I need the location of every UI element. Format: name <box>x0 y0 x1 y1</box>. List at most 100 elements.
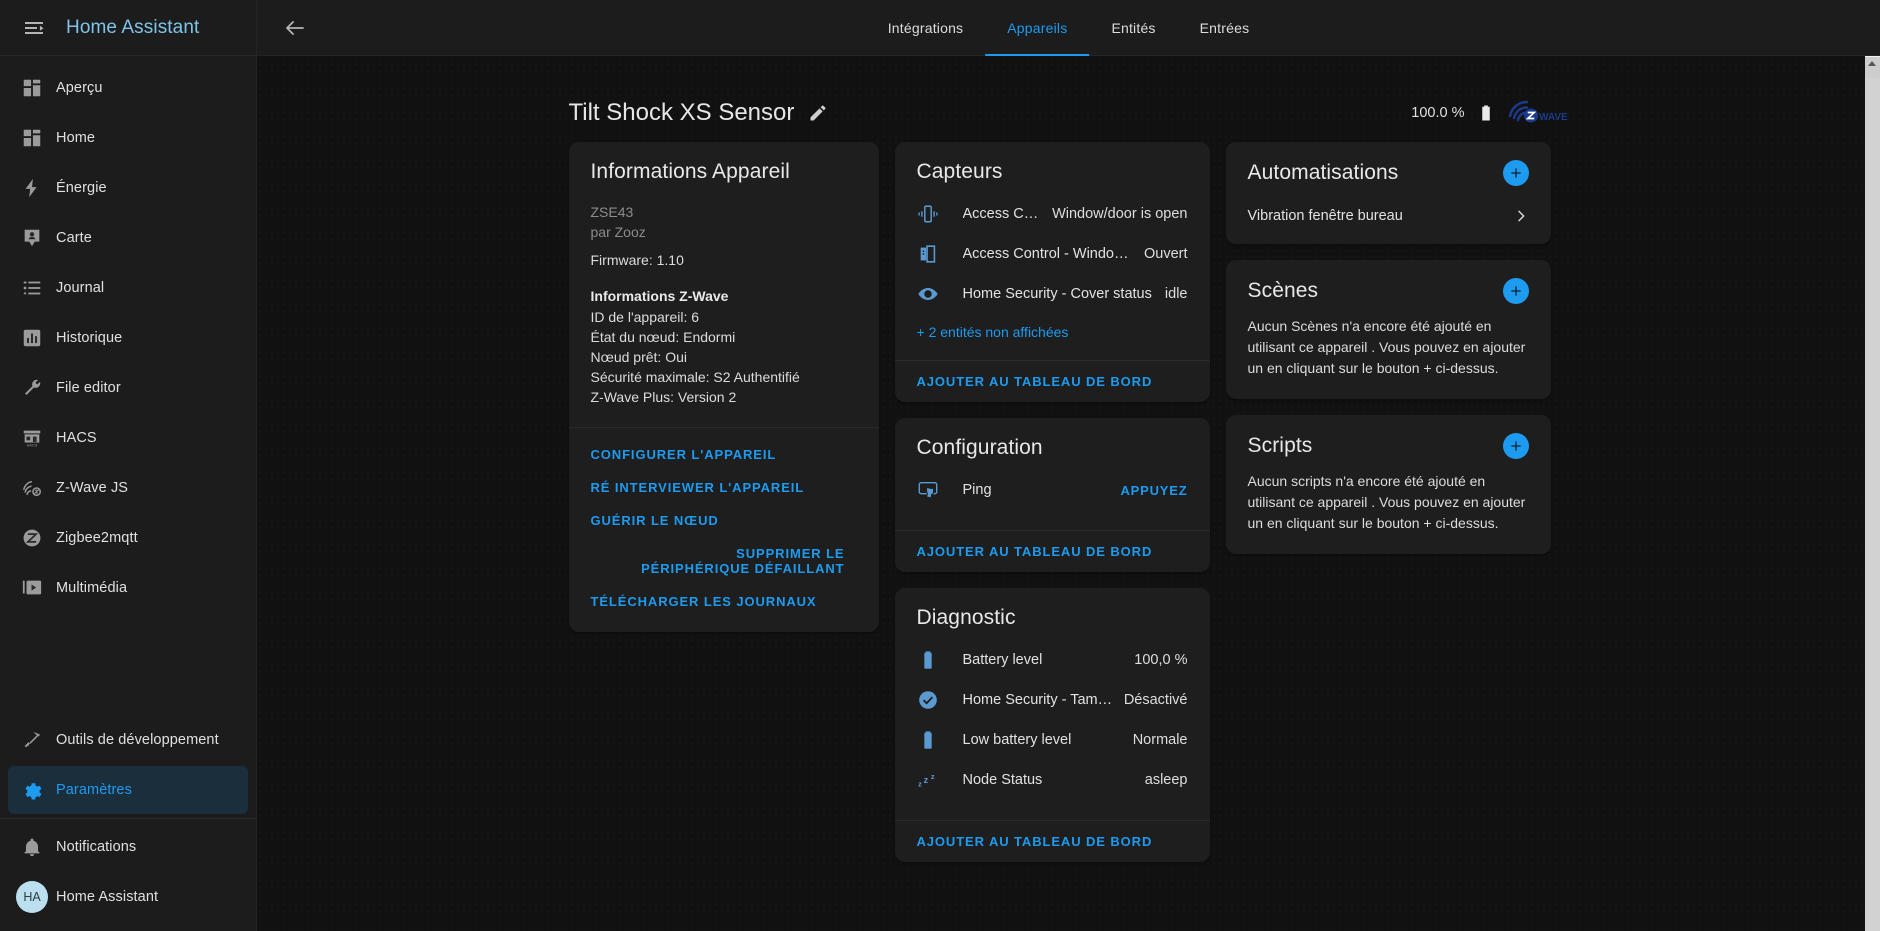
re-interview-device-button[interactable]: Ré interviewer l'appareil <box>569 471 879 504</box>
sensors-card-footer: Ajouter au tableau de bord <box>894 360 1210 402</box>
zwave-info-line: Nœud prêt: Oui <box>590 349 687 365</box>
configuration-card: Configuration Ping Appuyez <box>894 418 1210 572</box>
sensor-row[interactable]: Home Security - Cover status idle <box>917 274 1188 314</box>
configure-device-button[interactable]: Configurer l'appareil <box>569 438 879 471</box>
scrollbar-thumb[interactable] <box>1865 56 1880 78</box>
battery-full-icon <box>1477 101 1495 125</box>
avatar-initials: HA <box>16 881 48 913</box>
ping-press-button[interactable]: Appuyez <box>1120 483 1187 498</box>
scripts-body: Scripts Aucun scripts n'a encore été ajo… <box>1226 415 1551 554</box>
tab-entrees[interactable]: Entrées <box>1178 0 1272 56</box>
scenes-card: Scènes Aucun Scènes n'a encore été ajout… <box>1225 260 1551 399</box>
battery-icon <box>917 649 963 671</box>
sidebar-item-apercu[interactable]: Aperçu <box>8 64 248 112</box>
tab-appareils[interactable]: Appareils <box>985 0 1090 56</box>
add-to-dashboard-button[interactable]: Ajouter au tableau de bord <box>917 374 1188 389</box>
download-logs-button[interactable]: Télécharger les journaux <box>569 585 879 618</box>
pencil-icon[interactable] <box>808 103 828 123</box>
heal-node-button[interactable]: Guérir le nœud <box>569 504 879 537</box>
sensors-card: Capteurs Access Contr… Window/door is op… <box>894 142 1210 402</box>
menu-collapse-icon[interactable] <box>12 6 56 50</box>
sidebar-item-notifications[interactable]: Notifications <box>8 823 248 871</box>
sensor-row[interactable]: Access Contr… Window/door is open <box>917 194 1188 234</box>
add-to-dashboard-button[interactable]: Ajouter au tableau de bord <box>917 834 1188 849</box>
tab-integrations[interactable]: Intégrations <box>866 0 986 56</box>
diagnostic-row[interactable]: Battery level 100,0 % <box>917 640 1188 680</box>
sensors-title: Capteurs <box>916 160 1003 183</box>
sidebar-item-historique[interactable]: Historique <box>8 314 248 362</box>
sidebar-item-z-wave-js[interactable]: Z-Wave JS <box>8 464 248 512</box>
device-info-card: Informations Appareil ZSE43 par Zooz Fir… <box>568 142 879 632</box>
sidebar-item-user[interactable]: HA Home Assistant <box>8 873 248 921</box>
tab-entites[interactable]: Entités <box>1089 0 1177 56</box>
arrow-left-icon[interactable] <box>271 4 319 52</box>
device-manufacturer: par Zooz <box>590 224 646 240</box>
add-to-dashboard-button[interactable]: Ajouter au tableau de bord <box>917 544 1188 559</box>
scripts-empty-text: Aucun scripts n'a encore été ajouté en u… <box>1247 473 1526 531</box>
tab-bar: Intégrations Appareils Entités Entrées <box>866 0 1272 56</box>
sidebar-item-label: File editor <box>56 380 121 396</box>
zigbee-icon <box>8 527 56 549</box>
sidebar-item-multimedia[interactable]: Multimédia <box>8 564 248 612</box>
automations-card: Automatisations Vibration fenêtre bureau <box>1225 142 1551 244</box>
device-info-actions: Configurer l'appareil Ré interviewer l'a… <box>568 427 879 632</box>
sidebar-item-label: Aperçu <box>56 80 103 96</box>
sensor-name: Access Control - Window/d… <box>962 246 1144 262</box>
column-middle: Capteurs Access Contr… Window/door is op… <box>894 142 1210 862</box>
check-circle-icon <box>917 689 963 711</box>
sidebar-item-label: Énergie <box>56 180 107 196</box>
eye-icon <box>917 283 963 305</box>
sidebar-item-journal[interactable]: Journal <box>8 264 248 312</box>
scenes-body: Scènes Aucun Scènes n'a encore été ajout… <box>1226 260 1551 399</box>
sidebar-item-carte[interactable]: Carte <box>8 214 248 262</box>
sidebar-item-energie[interactable]: Énergie <box>8 164 248 212</box>
plus-circle-icon[interactable] <box>1502 160 1529 186</box>
plus-circle-icon[interactable] <box>1502 278 1529 304</box>
format-list-bulleted-icon <box>8 277 56 299</box>
scenes-title: Scènes <box>1247 279 1319 302</box>
view-dashboard-icon <box>8 77 56 99</box>
zwave-info-heading: Informations Z-Wave <box>590 288 729 304</box>
z-wave-logo: WAVE <box>1507 99 1569 127</box>
sidebar-item-home[interactable]: Home <box>8 114 248 162</box>
vibrate-icon <box>917 203 963 225</box>
view-dashboard-icon <box>8 127 56 149</box>
diagnostic-body: Diagnostic Battery level 100,0 % Home Se… <box>895 588 1210 820</box>
page-scroll-area[interactable]: Tilt Shock XS Sensor 100.0 % WAVE Inform… <box>257 56 1880 931</box>
sidebar-item-outils-de-developpement[interactable]: Outils de développement <box>8 716 248 764</box>
sidebar-item-parametres[interactable]: Paramètres <box>8 766 248 814</box>
main-area: Intégrations Appareils Entités Entrées T… <box>257 0 1880 931</box>
sidebar-item-zigbee2mqtt[interactable]: Zigbee2mqtt <box>8 514 248 562</box>
diagnostic-card-footer: Ajouter au tableau de bord <box>894 820 1210 862</box>
diagnostic-row[interactable]: Low battery level Normale <box>917 720 1188 760</box>
plus-circle-icon[interactable] <box>1502 433 1529 459</box>
vertical-scrollbar[interactable] <box>1865 56 1880 931</box>
sensor-row[interactable]: Access Control - Window/d… Ouvert <box>917 234 1188 274</box>
sidebar-item-file-editor[interactable]: File editor <box>8 364 248 412</box>
sidebar-bottom-nav: Outils de développement Paramètres Notif… <box>0 714 256 931</box>
sidebar-item-label: Zigbee2mqtt <box>56 530 138 546</box>
diagnostic-row[interactable]: z z z Node Status asleep <box>917 760 1188 800</box>
page-header: Tilt Shock XS Sensor 100.0 % WAVE <box>569 56 1569 142</box>
sidebar-item-label: Historique <box>56 330 123 346</box>
battery-percent-label: 100.0 % <box>1411 105 1465 121</box>
zwave-info-line: État du nœud: Endormi <box>590 329 736 345</box>
diagnostic-name: Node Status <box>962 772 1043 788</box>
map-marker-account-icon <box>8 227 56 249</box>
sidebar-item-hacs[interactable]: HACS HACS <box>8 414 248 462</box>
sidebar-item-label: Paramètres <box>56 782 132 798</box>
configuration-body: Configuration Ping Appuyez <box>895 418 1210 530</box>
page-title: Tilt Shock XS Sensor <box>568 99 795 126</box>
configuration-row[interactable]: Ping Appuyez <box>917 470 1188 510</box>
sensor-value: Ouvert <box>1143 246 1188 262</box>
show-more-entities-link[interactable]: + 2 entités non affichées <box>917 314 1188 340</box>
sidebar: Home Assistant Aperçu Home Énergie Carte… <box>0 0 257 931</box>
diagnostic-row[interactable]: Home Security - Tamperi… Désactivé <box>917 680 1188 720</box>
automation-item[interactable]: Vibration fenêtre bureau <box>1248 186 1529 224</box>
sidebar-item-label: Notifications <box>56 839 137 855</box>
avatar: HA <box>8 881 56 913</box>
remove-failed-device-button[interactable]: Supprimer le périphérique défaillant <box>569 537 879 585</box>
diagnostic-value: asleep <box>1144 772 1188 788</box>
device-firmware: Firmware: 1.10 <box>590 252 684 268</box>
scripts-header: Scripts <box>1248 433 1529 459</box>
